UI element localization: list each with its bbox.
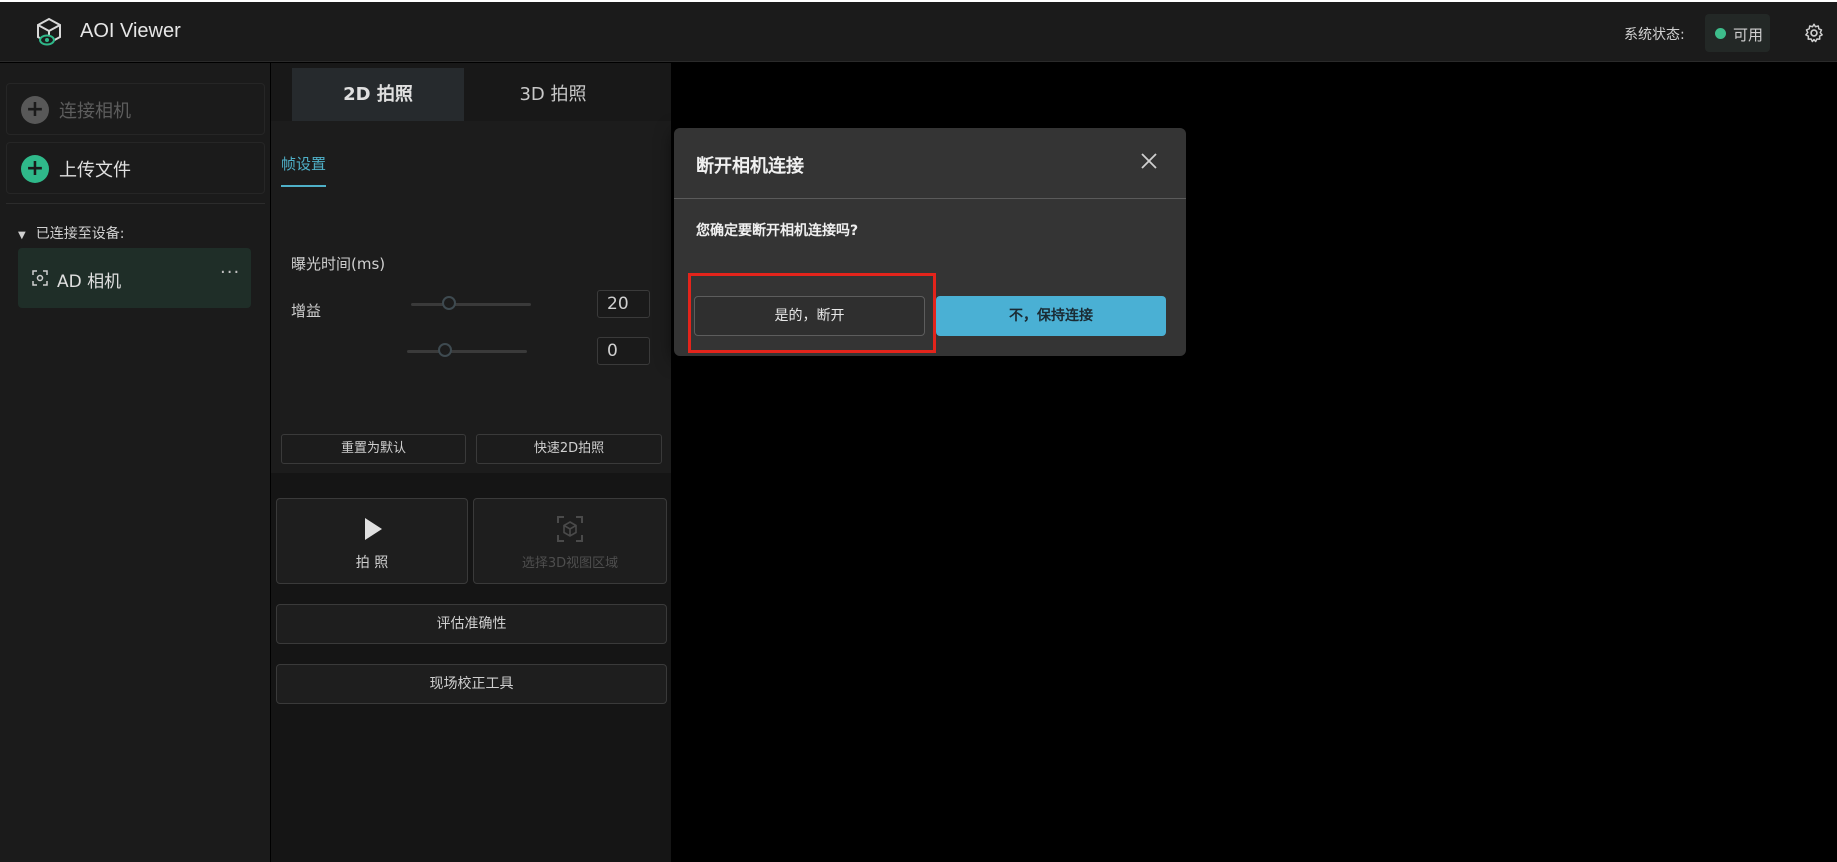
upload-file-label: 上传文件 — [59, 160, 131, 181]
connect-camera-button[interactable]: + 连接相机 — [6, 83, 265, 135]
capture-label: 拍 照 — [355, 555, 389, 571]
exposure-slider-track[interactable] — [411, 303, 531, 306]
dialog-title: 断开相机连接 — [696, 156, 804, 177]
exposure-input[interactable]: 20 — [597, 290, 650, 318]
settings-gear-icon[interactable] — [1803, 22, 1825, 44]
gain-label: 增益 — [291, 302, 322, 320]
capture-tabs: 2D 拍照 3D 拍照 — [271, 63, 671, 121]
app-header: AOI Viewer 系统状态: 可用 — [0, 2, 1837, 62]
reset-default-button[interactable]: 重置为默认 — [281, 434, 466, 464]
system-status-value: 可用 — [1733, 26, 1764, 44]
status-dot-icon — [1715, 28, 1726, 39]
connected-devices-toggle[interactable]: ▼ 已连接至设备: — [18, 223, 124, 243]
keep-connection-button[interactable]: 不，保持连接 — [936, 296, 1166, 336]
device-more-menu-icon[interactable]: ··· — [220, 262, 240, 283]
connect-camera-label: 连接相机 — [59, 101, 131, 122]
tab-3d-capture[interactable]: 3D 拍照 — [467, 68, 639, 121]
gain-input[interactable]: 0 — [597, 337, 650, 365]
cube-select-icon — [557, 516, 583, 542]
capture-panel: 2D 拍照 3D 拍照 帧设置 曝光时间(ms) 20 增益 0 重置为默认 快… — [271, 63, 671, 862]
frame-settings-area: 帧设置 曝光时间(ms) 20 增益 0 重置为默认 快速2D拍照 — [271, 121, 671, 473]
dialog-divider — [674, 198, 1186, 199]
gain-slider-track[interactable] — [407, 350, 527, 353]
system-status-badge: 可用 — [1705, 14, 1770, 52]
upload-file-button[interactable]: + 上传文件 — [6, 142, 265, 194]
caret-down-icon: ▼ — [18, 230, 26, 241]
highlight-annotation-box — [688, 273, 936, 353]
device-item-ad-camera[interactable]: AD 相机 ··· — [18, 248, 251, 308]
play-icon — [365, 518, 382, 540]
gain-slider-handle[interactable] — [438, 343, 452, 357]
capture-button[interactable]: 拍 照 — [276, 498, 468, 584]
dialog-message: 您确定要断开相机连接吗? — [696, 223, 859, 239]
exposure-slider-handle[interactable] — [442, 296, 456, 310]
camera-focus-icon — [32, 270, 48, 286]
exposure-label: 曝光时间(ms) — [291, 255, 386, 273]
select-3d-region-label: 选择3D视图区域 — [521, 556, 619, 571]
plus-icon: + — [21, 155, 49, 183]
plus-icon: + — [21, 96, 49, 124]
field-calibration-button[interactable]: 现场校正工具 — [276, 664, 667, 704]
active-tab-indicator — [281, 185, 326, 187]
tab-2d-capture[interactable]: 2D 拍照 — [292, 68, 464, 121]
app-title: AOI Viewer — [80, 20, 181, 42]
select-3d-region-button[interactable]: 选择3D视图区域 — [473, 498, 667, 584]
connected-devices-heading: 已连接至设备: — [35, 226, 125, 242]
left-sidebar: + 连接相机 + 上传文件 ▼ 已连接至设备: AD 相机 ··· — [0, 63, 270, 862]
system-status-label: 系统状态: — [1624, 27, 1685, 43]
device-name: AD 相机 — [57, 272, 122, 292]
evaluate-accuracy-button[interactable]: 评估准确性 — [276, 604, 667, 644]
quick-2d-capture-button[interactable]: 快速2D拍照 — [476, 434, 662, 464]
close-icon[interactable] — [1138, 150, 1160, 172]
divider — [6, 203, 265, 204]
logo-icon — [37, 17, 61, 46]
tab-frame-settings[interactable]: 帧设置 — [281, 153, 326, 174]
